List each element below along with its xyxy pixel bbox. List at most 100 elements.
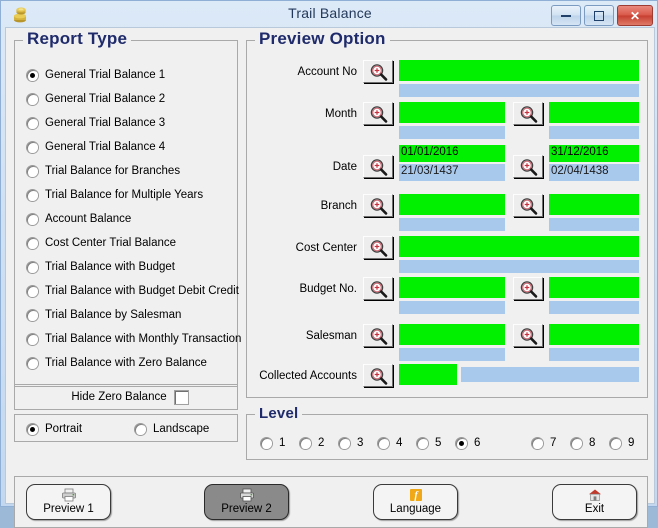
radio-indicator[interactable] (261, 438, 272, 449)
report-type-option-2[interactable]: General Trial Balance 3 (27, 117, 165, 129)
report-type-option-0[interactable]: General Trial Balance 1 (27, 69, 165, 81)
collected-accounts-alt-field[interactable] (461, 367, 639, 382)
salesman-to-alt-field[interactable] (549, 348, 639, 361)
cost-center-field[interactable] (399, 236, 639, 257)
radio-indicator[interactable] (27, 286, 38, 297)
radio-indicator[interactable] (417, 438, 428, 449)
report-type-label: General Trial Balance 1 (45, 69, 165, 81)
level-option-2[interactable]: 2 (300, 437, 324, 449)
salesman-to-field[interactable] (549, 324, 639, 345)
radio-indicator[interactable] (27, 118, 38, 129)
month-to-field[interactable] (549, 102, 639, 123)
month-from-alt-field[interactable] (399, 126, 505, 139)
date-from-field[interactable]: 01/01/2016 (399, 145, 505, 162)
radio-indicator[interactable] (339, 438, 350, 449)
cost-center-lookup-button[interactable] (363, 236, 393, 259)
radio-indicator[interactable] (27, 214, 38, 225)
branch-from-field[interactable] (399, 194, 505, 215)
date-from-hijri-field[interactable]: 21/03/1437 (399, 164, 505, 181)
date-from-lookup-button[interactable] (363, 155, 393, 178)
salesman-from-alt-field[interactable] (399, 348, 505, 361)
radio-indicator[interactable] (378, 438, 389, 449)
salesman-from-field[interactable] (399, 324, 505, 345)
branch-to-lookup-button[interactable] (513, 194, 543, 217)
radio-indicator[interactable] (27, 70, 38, 81)
close-button[interactable]: ✕ (617, 5, 653, 26)
budget-no-to-field[interactable] (549, 277, 639, 298)
language-button[interactable]: f Language (373, 484, 458, 520)
minimize-button[interactable] (551, 5, 581, 26)
exit-button[interactable]: Exit (552, 484, 637, 520)
preview-option-group: Preview Option Account No Month (246, 40, 648, 398)
radio-indicator[interactable] (27, 358, 38, 369)
account-no-lookup-button[interactable] (363, 60, 393, 83)
radio-indicator[interactable] (27, 262, 38, 273)
radio-indicator[interactable] (135, 424, 146, 435)
title-bar: Trail Balance ✕ (1, 1, 658, 29)
account-no-from-field[interactable] (399, 60, 639, 81)
report-type-option-4[interactable]: Trial Balance for Branches (27, 165, 180, 177)
month-from-field[interactable] (399, 102, 505, 123)
report-type-option-9[interactable]: Trial Balance with Budget Debit Credit (27, 285, 239, 297)
radio-indicator[interactable] (27, 142, 38, 153)
preview-2-button[interactable]: Preview 2 (204, 484, 289, 520)
radio-indicator[interactable] (27, 238, 38, 249)
month-to-lookup-button[interactable] (513, 102, 543, 125)
radio-indicator[interactable] (610, 438, 621, 449)
month-to-alt-field[interactable] (549, 126, 639, 139)
account-no-from-alt-field[interactable] (399, 84, 639, 97)
collected-accounts-lookup-button[interactable] (363, 364, 393, 387)
level-option-9[interactable]: 9 (610, 437, 634, 449)
date-to-lookup-button[interactable] (513, 155, 543, 178)
maximize-button[interactable] (584, 5, 614, 26)
budget-no-to-lookup-button[interactable] (513, 277, 543, 300)
report-type-option-1[interactable]: General Trial Balance 2 (27, 93, 165, 105)
radio-indicator[interactable] (27, 166, 38, 177)
budget-no-from-lookup-button[interactable] (363, 277, 393, 300)
level-option-1[interactable]: 1 (261, 437, 285, 449)
radio-indicator[interactable] (27, 334, 38, 345)
radio-indicator[interactable] (27, 190, 38, 201)
branch-to-field[interactable] (549, 194, 639, 215)
report-type-option-3[interactable]: General Trial Balance 4 (27, 141, 165, 153)
branch-to-alt-field[interactable] (549, 218, 639, 231)
cost-center-alt-field[interactable] (399, 260, 639, 273)
magnifier-icon (368, 63, 390, 82)
report-type-option-12[interactable]: Trial Balance with Zero Balance (27, 357, 207, 369)
radio-indicator[interactable] (571, 438, 582, 449)
level-option-6[interactable]: 6 (456, 437, 480, 449)
report-type-option-5[interactable]: Trial Balance for Multiple Years (27, 189, 203, 201)
level-option-3[interactable]: 3 (339, 437, 363, 449)
report-type-option-10[interactable]: Trial Balance by Salesman (27, 309, 181, 321)
budget-no-to-alt-field[interactable] (549, 301, 639, 314)
branch-from-alt-field[interactable] (399, 218, 505, 231)
radio-indicator[interactable] (456, 438, 467, 449)
level-option-7[interactable]: 7 (532, 437, 556, 449)
month-from-lookup-button[interactable] (363, 102, 393, 125)
date-to-field[interactable]: 31/12/2016 (549, 145, 639, 162)
radio-indicator[interactable] (532, 438, 543, 449)
preview-1-button[interactable]: Preview 1 (26, 484, 111, 520)
budget-no-from-alt-field[interactable] (399, 301, 505, 314)
radio-indicator[interactable] (27, 424, 38, 435)
budget-no-from-field[interactable] (399, 277, 505, 298)
language-icon: f (374, 488, 457, 503)
hide-zero-balance-checkbox[interactable] (175, 391, 188, 404)
orientation-option-landscape[interactable]: Landscape (135, 423, 209, 435)
radio-indicator[interactable] (27, 310, 38, 321)
report-type-option-7[interactable]: Cost Center Trial Balance (27, 237, 176, 249)
level-option-4[interactable]: 4 (378, 437, 402, 449)
date-to-hijri-field[interactable]: 02/04/1438 (549, 164, 639, 181)
level-option-5[interactable]: 5 (417, 437, 441, 449)
level-option-8[interactable]: 8 (571, 437, 595, 449)
collected-accounts-field[interactable] (399, 364, 457, 385)
report-type-option-8[interactable]: Trial Balance with Budget (27, 261, 175, 273)
salesman-to-lookup-button[interactable] (513, 324, 543, 347)
orientation-option-portrait[interactable]: Portrait (27, 423, 82, 435)
branch-from-lookup-button[interactable] (363, 194, 393, 217)
radio-indicator[interactable] (300, 438, 311, 449)
report-type-option-6[interactable]: Account Balance (27, 213, 131, 225)
radio-indicator[interactable] (27, 94, 38, 105)
report-type-option-11[interactable]: Trial Balance with Monthly Transaction (27, 333, 241, 345)
salesman-from-lookup-button[interactable] (363, 324, 393, 347)
